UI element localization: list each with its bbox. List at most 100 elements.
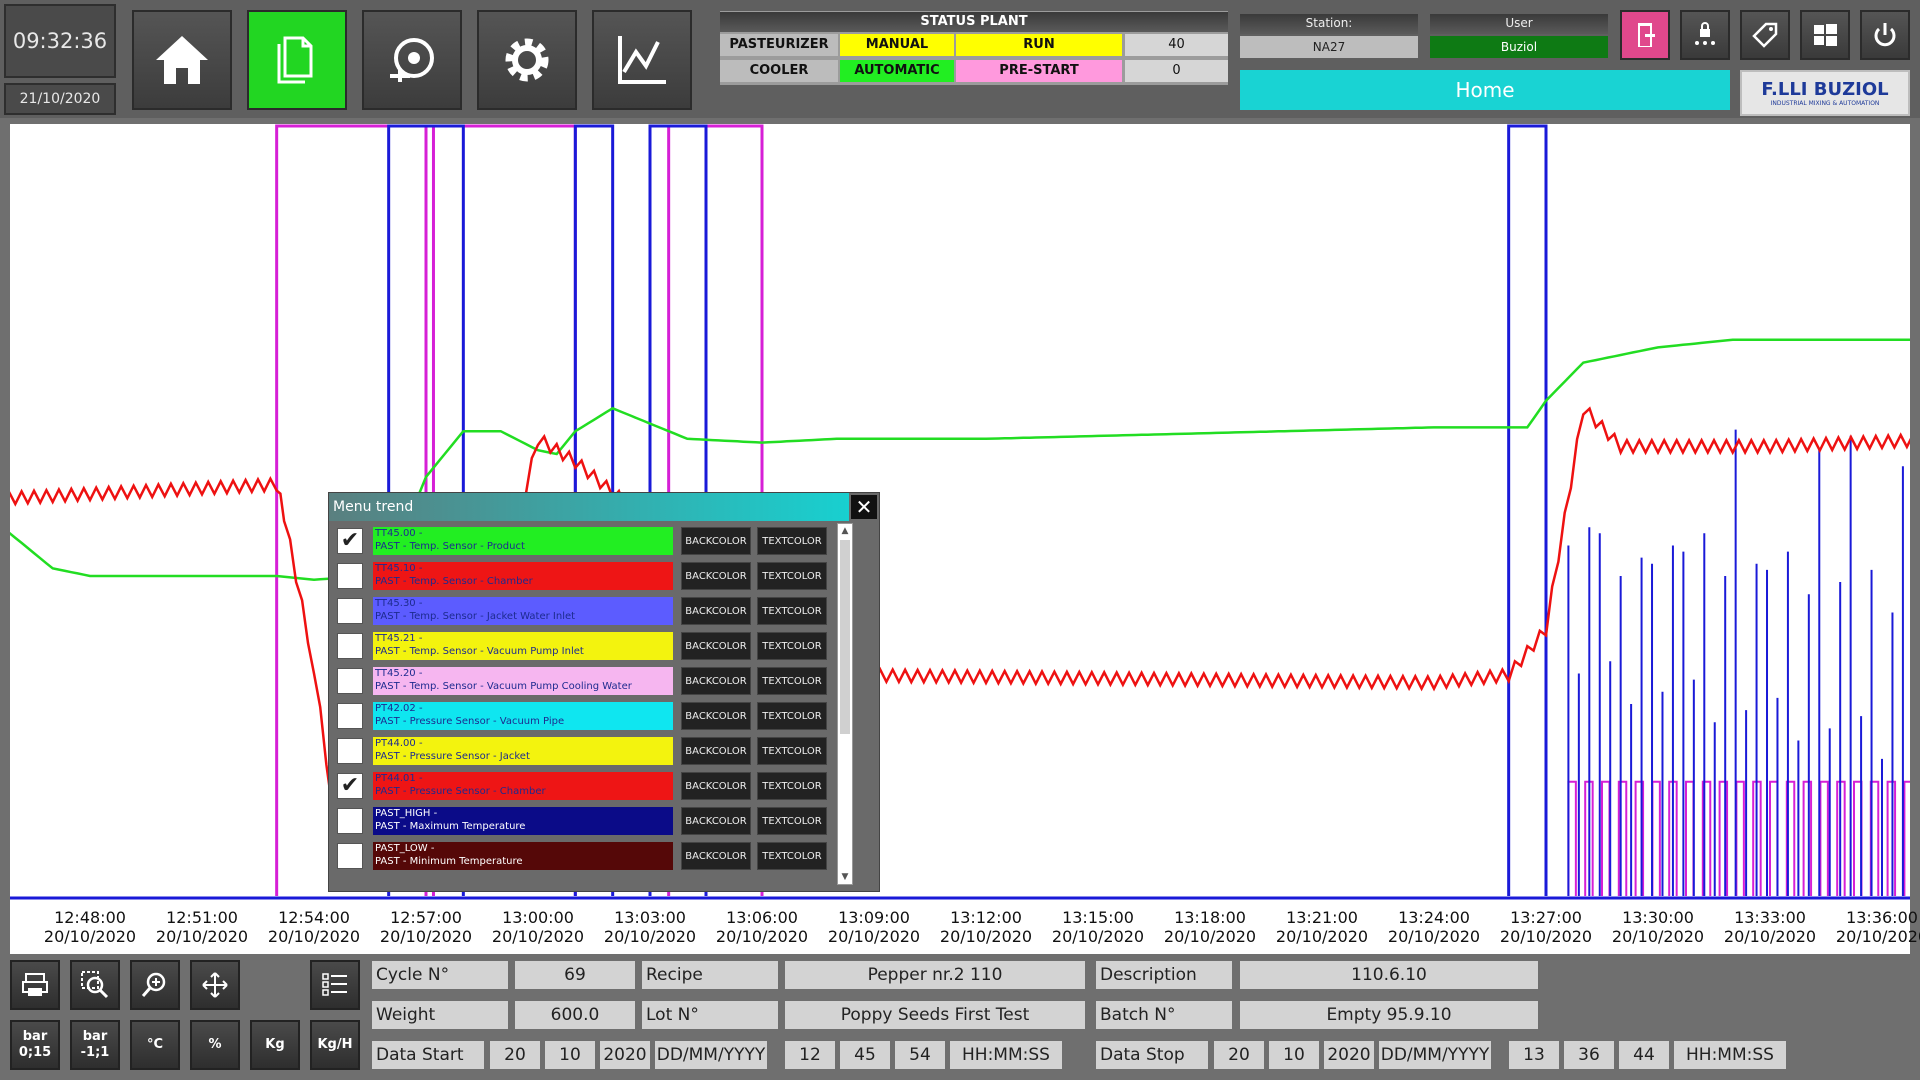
home-button[interactable] [132, 10, 232, 110]
trend-list-button[interactable] [310, 960, 360, 1010]
textcolor-button[interactable]: TEXTCOLOR [757, 632, 827, 660]
start-hour-input[interactable]: 12 [785, 1041, 835, 1069]
backcolor-button[interactable]: BACKCOLOR [681, 597, 751, 625]
backcolor-button[interactable]: BACKCOLOR [681, 667, 751, 695]
start-day-input[interactable]: 20 [490, 1041, 540, 1069]
textcolor-button[interactable]: TEXTCOLOR [757, 702, 827, 730]
x-tick-time: 12:54:00 [278, 908, 350, 927]
x-tick-date: 20/10/2020 [379, 927, 473, 946]
scroll-thumb[interactable] [840, 540, 850, 734]
trend-color-swatch: TT45.00 - PAST - Temp. Sensor - Product [373, 527, 673, 555]
pan-button[interactable] [190, 960, 240, 1010]
x-tick-time: 13:24:00 [1398, 908, 1470, 927]
zoom-area-icon [81, 971, 109, 999]
start-second-input[interactable]: 54 [895, 1041, 945, 1069]
textcolor-button[interactable]: TEXTCOLOR [757, 597, 827, 625]
unit-percent-button[interactable]: % [190, 1020, 240, 1070]
unit-kg-button[interactable]: Kg [250, 1020, 300, 1070]
trend-checkbox[interactable] [337, 563, 363, 589]
close-icon[interactable]: ✕ [851, 495, 877, 519]
trend-checkbox[interactable]: ✔ [337, 773, 363, 799]
tag-button[interactable] [1740, 10, 1790, 60]
trend-checkbox[interactable] [337, 633, 363, 659]
trend-tag: PAST_HIGH - [375, 808, 438, 819]
documents-icon [277, 36, 313, 84]
x-tick-time: 13:03:00 [614, 908, 686, 927]
trend-tag: TT45.10 - [375, 563, 423, 574]
series-line-tt45-00 [10, 338, 1910, 582]
trend-checkbox[interactable] [337, 843, 363, 869]
trend-checkbox[interactable] [337, 703, 363, 729]
trend-menu-scrollbar[interactable]: ▲ ▼ [837, 523, 853, 885]
logout-button[interactable] [1620, 10, 1670, 60]
power-button[interactable] [1860, 10, 1910, 60]
clock-date: 21/10/2020 [4, 83, 116, 115]
trend-checkbox[interactable]: ✔ [337, 528, 363, 554]
textcolor-button[interactable]: TEXTCOLOR [757, 527, 827, 555]
unit-bar-minus1-1-button[interactable]: bar -1;1 [70, 1020, 120, 1070]
textcolor-button[interactable]: TEXTCOLOR [757, 807, 827, 835]
stop-month-input[interactable]: 10 [1269, 1041, 1319, 1069]
start-month-input[interactable]: 10 [545, 1041, 595, 1069]
x-tick-label: 13:33:00 20/10/2020 [1715, 908, 1825, 946]
start-minute-input[interactable]: 45 [840, 1041, 890, 1069]
windows-icon [1814, 24, 1837, 46]
lot-label: Lot N° [642, 1001, 778, 1029]
zoom-in-button[interactable] [130, 960, 180, 1010]
trend-description: PAST - Pressure Sensor - Vacuum Pipe [375, 716, 565, 727]
trend-color-swatch: PAST_HIGH - PAST - Maximum Temperature [373, 807, 673, 835]
stop-date-format: DD/MM/YYYY [1379, 1041, 1491, 1069]
scroll-down-icon[interactable]: ▼ [838, 870, 852, 884]
backcolor-button[interactable]: BACKCOLOR [681, 527, 751, 555]
stop-year-input[interactable]: 2020 [1324, 1041, 1374, 1069]
trend-menu-item: TT45.10 - PAST - Temp. Sensor - Chamber BA… [333, 560, 853, 592]
backcolor-button[interactable]: BACKCOLOR [681, 807, 751, 835]
textcolor-button[interactable]: TEXTCOLOR [757, 772, 827, 800]
unit-bar-0-15-button[interactable]: bar 0;15 [10, 1020, 60, 1070]
trend-checkbox[interactable] [337, 668, 363, 694]
backcolor-button[interactable]: BACKCOLOR [681, 702, 751, 730]
settings-button[interactable] [477, 10, 577, 110]
x-tick-date: 20/10/2020 [1499, 927, 1593, 946]
trend-menu-item: TT45.30 - PAST - Temp. Sensor - Jacket Wa… [333, 595, 853, 627]
stop-day-input[interactable]: 20 [1214, 1041, 1264, 1069]
trend-checkbox[interactable] [337, 738, 363, 764]
backcolor-button[interactable]: BACKCOLOR [681, 737, 751, 765]
alarm-button[interactable] [362, 10, 462, 110]
backcolor-button[interactable]: BACKCOLOR [681, 562, 751, 590]
x-tick-label: 12:51:00 20/10/2020 [147, 908, 257, 946]
trend-checkbox[interactable] [337, 808, 363, 834]
textcolor-button[interactable]: TEXTCOLOR [757, 737, 827, 765]
textcolor-button[interactable]: TEXTCOLOR [757, 562, 827, 590]
unit-celsius-button[interactable]: °C [130, 1020, 180, 1070]
start-year-input[interactable]: 2020 [600, 1041, 650, 1069]
scroll-up-icon[interactable]: ▲ [838, 524, 852, 538]
unit-kgh-button[interactable]: Kg/H [310, 1020, 360, 1070]
unit-label: °C [146, 1037, 164, 1052]
lock-button[interactable] [1680, 10, 1730, 60]
windows-button[interactable] [1800, 10, 1850, 60]
zoom-area-button[interactable] [70, 960, 120, 1010]
x-tick-label: 13:12:00 20/10/2020 [931, 908, 1041, 946]
x-tick-date: 20/10/2020 [1275, 927, 1369, 946]
trend-checkbox[interactable] [337, 598, 363, 624]
print-report-button[interactable] [10, 960, 60, 1010]
trend-chart[interactable]: 12:48:00 20/10/2020 12:51:00 20/10/2020 12:5… [10, 124, 1920, 954]
backcolor-button[interactable]: BACKCOLOR [681, 842, 751, 870]
stop-minute-input[interactable]: 36 [1564, 1041, 1614, 1069]
textcolor-button[interactable]: TEXTCOLOR [757, 842, 827, 870]
x-tick-date: 20/10/2020 [603, 927, 697, 946]
lock-dots-icon [1695, 22, 1715, 45]
backcolor-button[interactable]: BACKCOLOR [681, 632, 751, 660]
textcolor-button[interactable]: TEXTCOLOR [757, 667, 827, 695]
backcolor-button[interactable]: BACKCOLOR [681, 772, 751, 800]
status-row-mode: AUTOMATIC [840, 60, 954, 82]
magenta-burst [1567, 780, 1910, 896]
status-row-name: PASTEURIZER [720, 34, 838, 56]
trend-color-swatch: TT45.21 - PAST - Temp. Sensor - Vacuum Pu… [373, 632, 673, 660]
documents-button[interactable] [247, 10, 347, 110]
stop-hour-input[interactable]: 13 [1509, 1041, 1559, 1069]
stop-second-input[interactable]: 44 [1619, 1041, 1669, 1069]
unit-label: bar [82, 1029, 108, 1044]
trend-button[interactable] [592, 10, 692, 110]
